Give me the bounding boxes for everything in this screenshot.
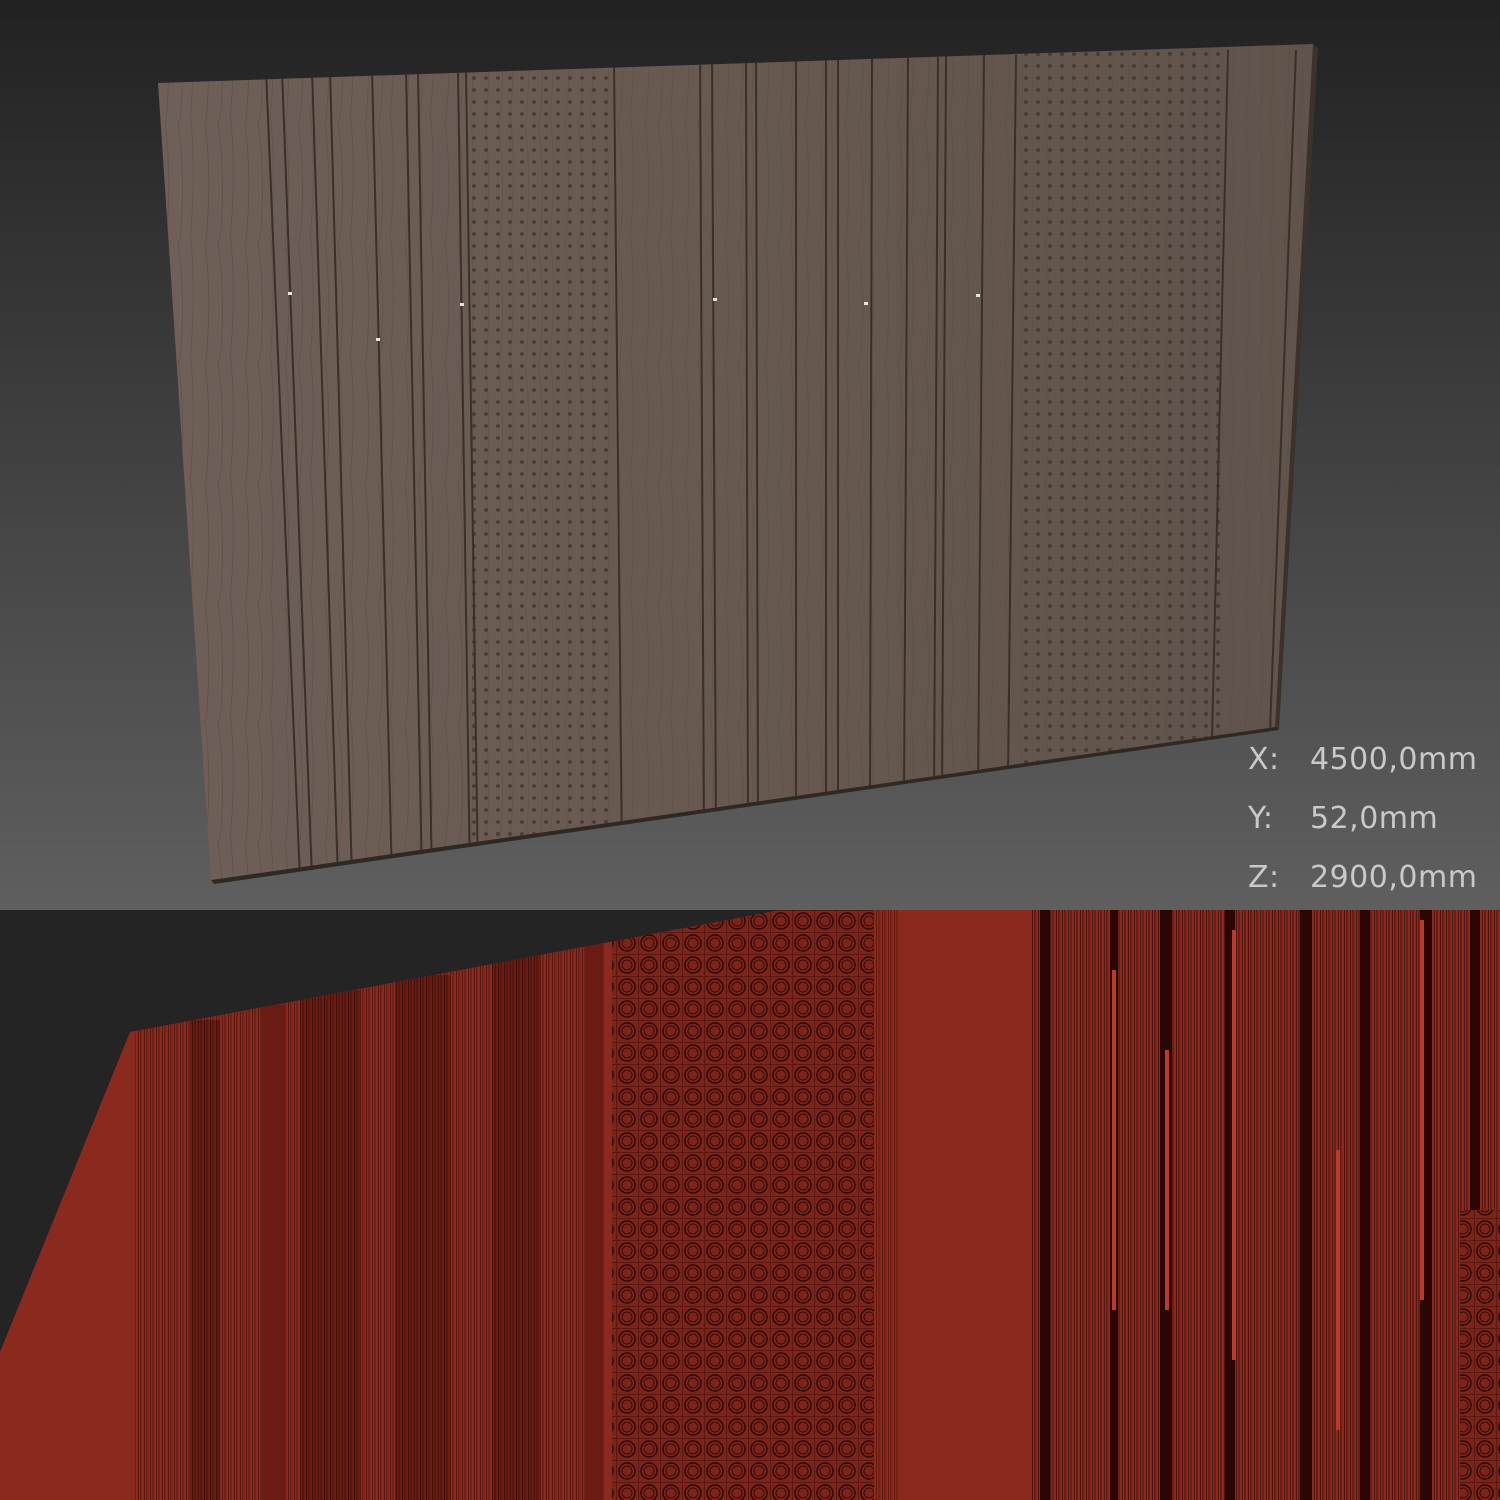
dimension-z-label: Z: [1248,860,1280,895]
dimension-y-label: Y: [1248,801,1274,836]
dimension-readout: X: 4500,0mm Y: 52,0mm Z: 2900,0mm [1248,730,1477,907]
dimension-x-value: 4500,0mm [1310,742,1478,777]
dimension-z-value: 2900,0mm [1310,860,1478,895]
wireframe-perforated-section [612,910,874,1500]
dimension-z-row: Z: 2900,0mm [1248,848,1477,907]
render-viewport[interactable]: X: 4500,0mm Y: 52,0mm Z: 2900,0mm [0,0,1500,910]
wireframe-edge-band [875,910,900,1500]
perforated-section-1 [468,60,616,860]
dimension-x-row: X: 4500,0mm [1248,730,1477,789]
wireframe-perforated-section-right [1460,1210,1500,1500]
dimension-y-value: 52,0mm [1310,801,1439,836]
wireframe-scene [0,910,1500,1500]
dimension-x-label: X: [1248,742,1280,777]
wireframe-viewport[interactable] [0,910,1500,1500]
perforated-section-2 [1018,44,1228,800]
dimension-y-row: Y: 52,0mm [1248,789,1477,848]
